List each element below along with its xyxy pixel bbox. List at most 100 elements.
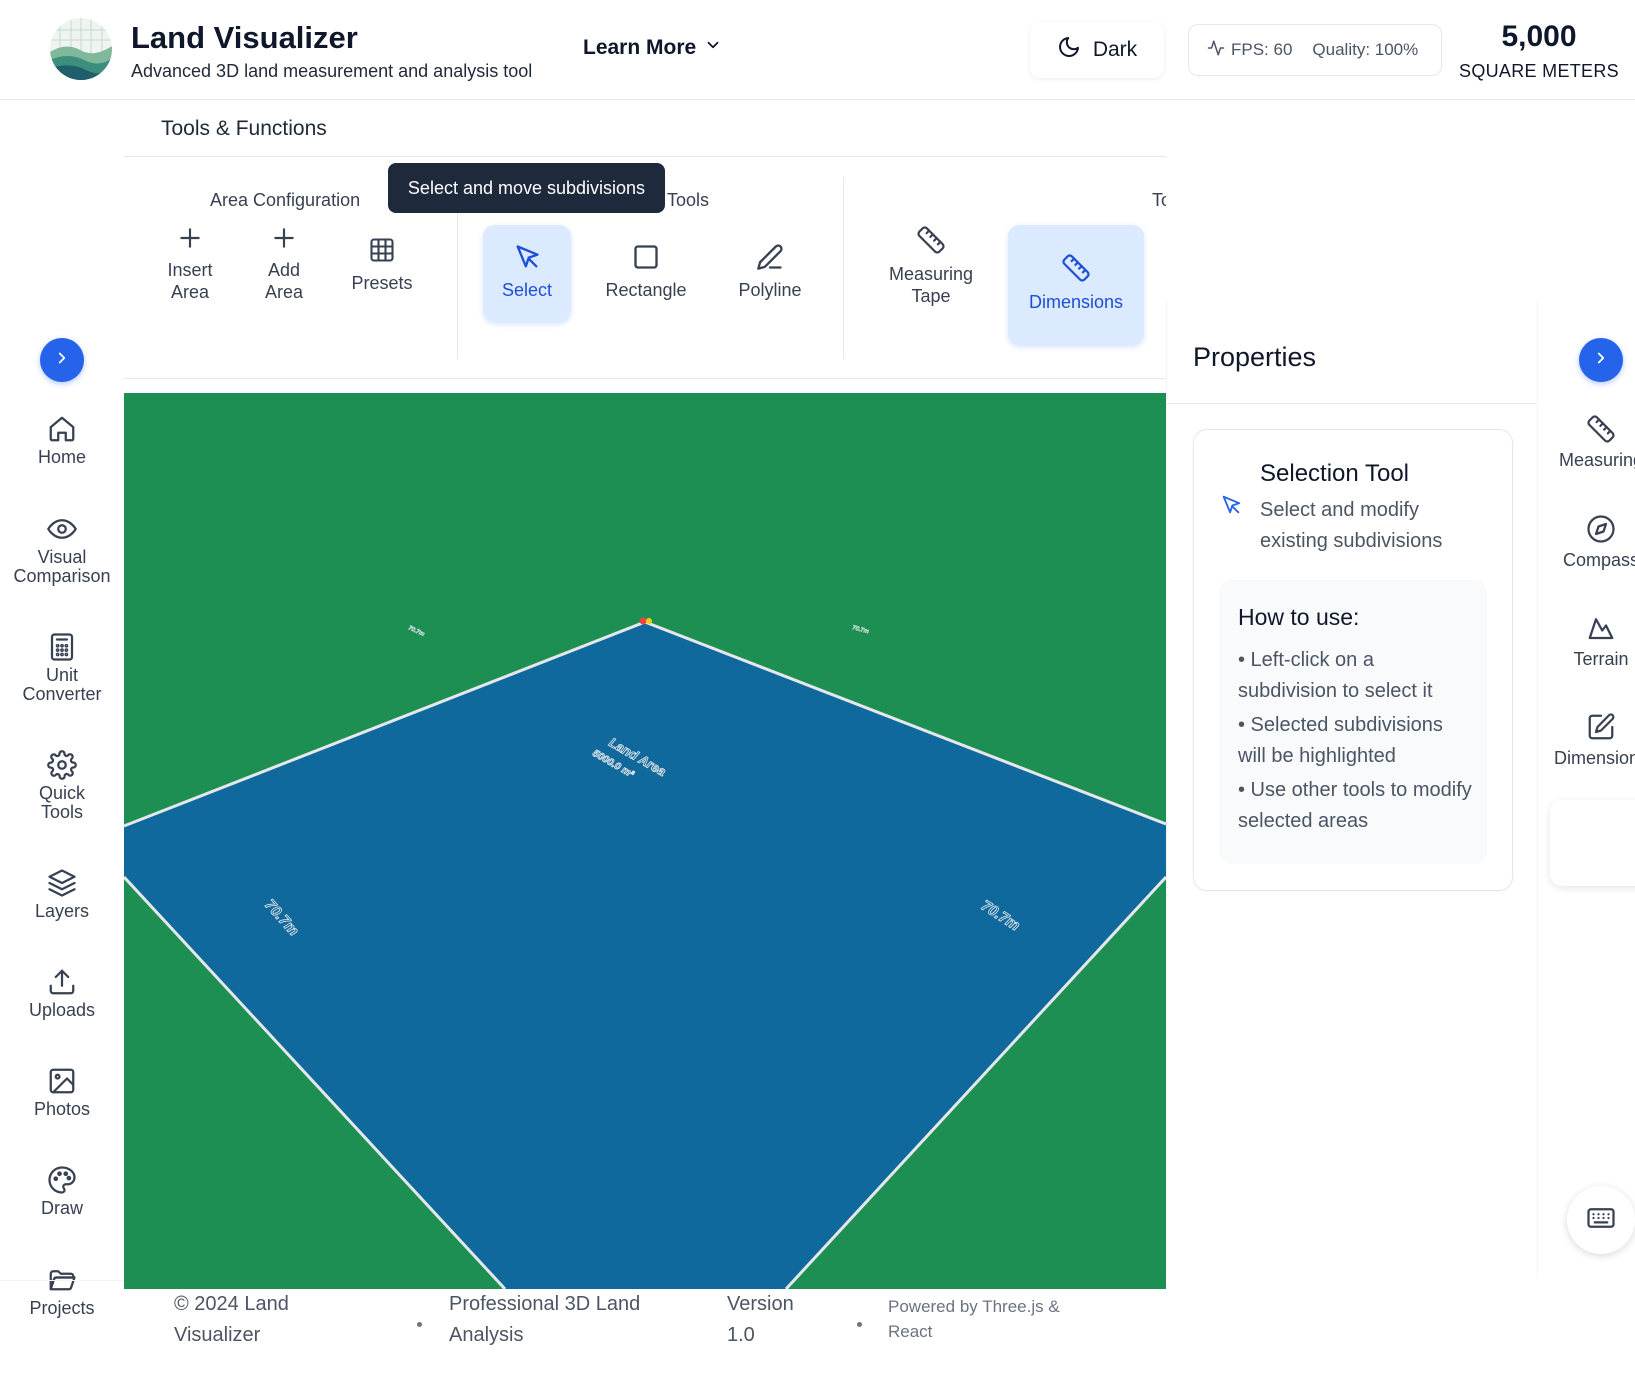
how-to-use-item: • Use other tools to modify selected are… (1238, 779, 1472, 832)
footer-version-line2: 1.0 (727, 1324, 755, 1346)
keyboard-shortcuts-button[interactable] (1567, 1186, 1635, 1254)
dimensions-tool-button[interactable]: Dimensions (1008, 225, 1144, 345)
theme-toggle-label: Dark (1092, 38, 1138, 61)
how-to-use-box: How to use: • Left-click on a subdivisio… (1219, 580, 1487, 864)
footer-copyright-line2: Visualizer (174, 1324, 261, 1346)
footer-separator (857, 1322, 862, 1327)
land-area-polygon (124, 622, 1166, 1289)
grid-icon (342, 236, 422, 264)
presets-button[interactable]: Presets (342, 225, 422, 325)
activity-icon (1207, 39, 1225, 62)
select-tool-tooltip: Select and move subdivisions (388, 163, 665, 213)
rail-item-terrain[interactable]: Terrain (1538, 613, 1635, 670)
theme-toggle-button[interactable]: Dark (1030, 22, 1164, 78)
sidebar-item-label: Draw (40, 1198, 83, 1218)
add-area-label-line1: Add (267, 260, 301, 280)
how-to-use-item: • Selected subdivisions will be highligh… (1238, 714, 1443, 767)
sidebar-item-visual-comparison[interactable]: Visual Comparison (0, 514, 124, 586)
expand-left-sidebar-button[interactable] (40, 338, 84, 382)
sidebar-item-label: Home (37, 447, 86, 467)
how-to-use-item: • Left-click on a subdivision to select … (1238, 649, 1433, 702)
layers-icon (0, 868, 124, 898)
footer-tagline: Professional 3D Land Analysis (449, 1289, 640, 1351)
measuring-tape-label-line1: Measuring (888, 264, 974, 284)
sidebar-item-label: Converter (22, 684, 102, 704)
rail-item-measuring[interactable]: Measuring (1538, 414, 1635, 471)
sidebar-item-home[interactable]: Home (0, 414, 124, 467)
sidebar-item-quick-tools[interactable]: Quick Tools (0, 750, 124, 822)
sidebar-item-label: Uploads (28, 1000, 96, 1020)
properties-title: Properties (1193, 342, 1317, 372)
home-icon (0, 414, 124, 444)
group-label-drawing-tools: Tools (667, 190, 710, 210)
ruler-icon (1538, 414, 1635, 444)
pencil-icon (720, 243, 820, 271)
footer-version: Version 1.0 (727, 1289, 794, 1351)
insert-area-label-line1: Insert (167, 260, 213, 280)
rail-item-compass[interactable]: Compass (1538, 514, 1635, 571)
sidebar-item-label: Unit (45, 665, 78, 685)
sidebar-item-label: Photos (33, 1099, 91, 1119)
app-title: Land Visualizer (131, 20, 358, 55)
rail-item-label: Compass (1562, 550, 1635, 570)
3d-viewport[interactable]: Land Area 5000.0 m² 70.7m 70.7m 70.7m 70… (124, 393, 1166, 1289)
rail-item-dimensions[interactable]: Dimensions (1538, 712, 1635, 769)
app-footer: © 2024 Land Visualizer Professional 3D L… (124, 1289, 1166, 1378)
sidebar-item-label: Visual (37, 547, 87, 567)
footer-tagline-line1: Professional 3D Land (449, 1293, 641, 1315)
rectangle-tool-button[interactable]: Rectangle (596, 225, 696, 325)
expand-right-rail-button[interactable] (1579, 338, 1623, 382)
edge-length-label-far-left: 70.7m (407, 625, 426, 638)
ruler-icon (872, 225, 990, 255)
tools-panel-title: Tools & Functions (161, 117, 327, 140)
footer-tagline-line2: Analysis (449, 1324, 524, 1346)
footer-powered-line1: Powered by Three.js & (888, 1297, 1060, 1316)
chevron-down-icon (704, 36, 722, 60)
corner-marker (639, 617, 647, 625)
footer-powered-line2: React (888, 1322, 933, 1341)
cursor-icon (1220, 494, 1242, 521)
measuring-tape-label-line2: Tape (911, 286, 951, 306)
sidebar-item-photos[interactable]: Photos (0, 1066, 124, 1119)
sidebar-item-layers[interactable]: Layers (0, 868, 124, 921)
sidebar-bottom-divider (0, 1280, 124, 1281)
left-sidebar: Home Visual Comparison Unit Converter Qu… (0, 100, 124, 1378)
sidebar-item-projects[interactable]: Projects (0, 1265, 124, 1318)
polyline-tool-button[interactable]: Polyline (720, 225, 820, 325)
moon-icon (1057, 35, 1081, 65)
learn-more-label: Learn More (583, 36, 697, 59)
fps-readout: FPS: 60 (1231, 40, 1293, 59)
upload-icon (0, 967, 124, 997)
add-area-button[interactable]: Add Area (248, 225, 320, 325)
sidebar-item-unit-converter[interactable]: Unit Converter (0, 632, 124, 704)
palette-icon (0, 1165, 124, 1195)
chevron-right-icon (53, 349, 71, 372)
add-area-label-line2: Area (264, 282, 304, 302)
sidebar-item-label: Comparison (13, 566, 111, 586)
select-tool-button[interactable]: Select (483, 225, 571, 322)
sidebar-item-draw[interactable]: Draw (0, 1165, 124, 1218)
compass-icon (1538, 514, 1635, 544)
sidebar-item-label: Tools (40, 802, 84, 822)
selection-tool-description: Select and modify existing subdivisions (1260, 499, 1443, 552)
properties-divider (1167, 403, 1538, 404)
app-subtitle: Advanced 3D land measurement and analysi… (131, 61, 533, 81)
footer-copyright-line1: © 2024 Land (174, 1293, 289, 1315)
insert-area-button[interactable]: Insert Area (154, 225, 226, 325)
image-icon (0, 1066, 124, 1096)
corner-marker (646, 618, 652, 624)
square-icon (596, 243, 696, 271)
plus-icon (248, 225, 320, 251)
sidebar-item-uploads[interactable]: Uploads (0, 967, 124, 1020)
learn-more-menu[interactable]: Learn More (583, 36, 722, 60)
presets-label: Presets (351, 273, 413, 293)
quality-readout: Quality: 100% (1312, 40, 1419, 59)
selection-tool-card: Selection Tool Select and modify existin… (1193, 429, 1513, 891)
polyline-label: Polyline (738, 280, 802, 300)
measuring-tape-button[interactable]: Measuring Tape (872, 225, 990, 325)
rectangle-label: Rectangle (605, 280, 687, 300)
how-to-use-title: How to use: (1238, 604, 1360, 630)
rail-popover-card (1550, 800, 1635, 886)
group-label-area-configuration: Area Configuration (210, 190, 361, 210)
gear-icon (0, 750, 124, 780)
